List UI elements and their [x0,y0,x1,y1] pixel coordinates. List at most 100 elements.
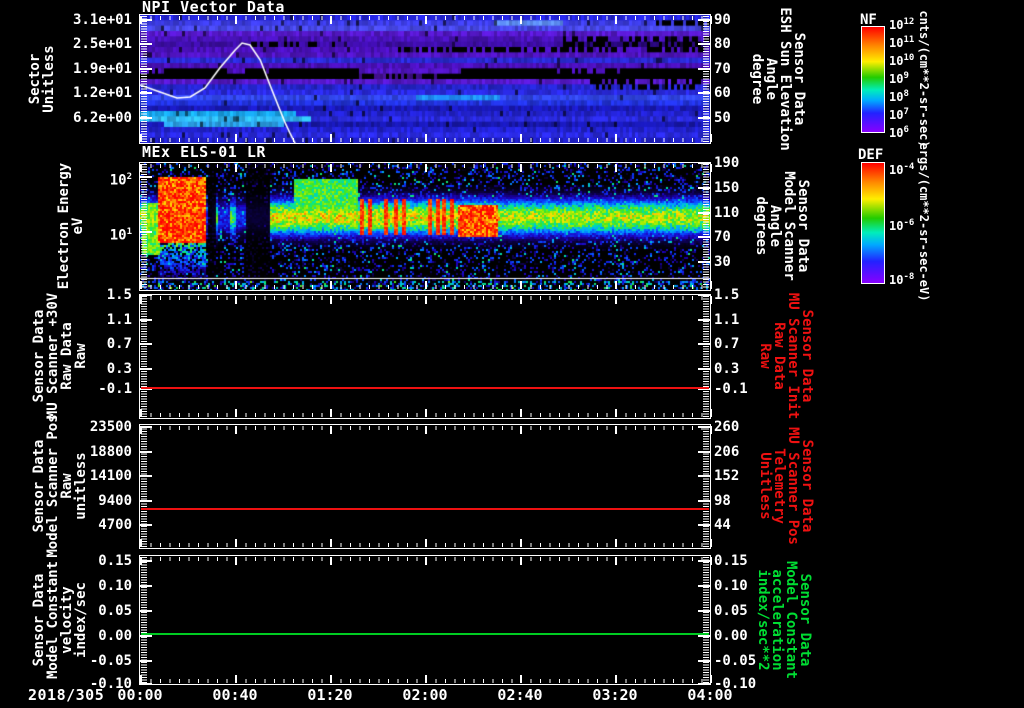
p1-right-tick-label: 60 [714,86,731,100]
p4-major-ytick [140,524,152,526]
p2-major-xtick [330,164,332,172]
p4-major-xtick [425,426,427,434]
p2-major-ytick [698,236,710,238]
def-colorbar-tick-label: 10-6 [889,216,914,233]
p4-major-ytick [698,475,710,477]
p4-left-tick-label: 9400 [58,494,132,508]
p3-major-ytick [140,368,152,370]
panel3-y2-axis-label: Sensor Data MU Scanner Init Raw Data Raw [758,281,814,431]
p3-major-xtick [710,409,712,417]
p3-major-xtick [615,409,617,417]
x-axis-time-label: 03:20 [583,688,647,702]
def-colorbar-tick-label: 10-8 [889,270,914,287]
p5-major-xtick [710,557,712,565]
panel1-y-axis-label: Sector Unitless [28,4,56,154]
p2-major-xtick [425,164,427,172]
p4-major-xtick [615,539,617,547]
p3-major-ytick [140,319,152,321]
exponent: -8 [903,272,914,282]
p2-right-tick-label: 30 [714,255,731,269]
p3-major-xtick [235,296,237,304]
p2-minor-ticks-right [703,164,709,289]
p1-major-ytick [698,68,710,70]
p1-major-xtick [235,134,237,142]
x-axis-time-label: 00:00 [108,688,172,702]
p2-major-ytick [698,212,710,214]
p3-major-xtick [520,296,522,304]
p2-major-xtick [615,164,617,172]
p3-major-ytick [698,368,710,370]
p4-major-xtick [330,539,332,547]
p3-right-tick-label: 0.7 [714,337,739,351]
p2-major-xtick [615,281,617,289]
model-scanner-pos-line [141,508,709,510]
p4-left-tick-label: 18800 [58,445,132,459]
p1-major-xtick [520,134,522,142]
nf-colorbar-tick-label: 1012 [889,15,914,32]
p1-major-ytick [140,117,152,119]
p3-minor-ticks-left [141,296,147,417]
x-axis-time-label: 04:00 [678,688,742,702]
nf-colorbar-tick-label: 109 [889,69,909,86]
p4-major-xtick [710,426,712,434]
p4-major-ytick [140,451,152,453]
p5-major-ytick [698,560,710,562]
exponent: 8 [903,89,908,99]
panel2-title: MEx ELS-01 LR [142,145,266,159]
p1-left-tick-label: 3.1e+01 [58,13,132,27]
p5-major-ytick [140,560,152,562]
p1-major-ytick [698,117,710,119]
p3-major-xtick [140,296,142,304]
p2-major-ytick [698,261,710,263]
p4-major-xtick [615,426,617,434]
p3-major-xtick [330,296,332,304]
p5-major-ytick [140,585,152,587]
p5-major-xtick [520,557,522,565]
p3-major-ytick [698,319,710,321]
panel1-spectrogram [139,14,711,144]
nf-colorbar-title: NF [860,13,877,27]
panel1-y2-axis-label: Sensor Data ESH Sun Elevation Angle degr… [750,4,806,154]
p3-right-tick-label: -0.1 [714,382,748,396]
p2-right-tick-label: 190 [714,156,739,170]
p5-major-ytick [698,610,710,612]
panel5-plot-area [139,555,711,685]
p1-left-tick-label: 1.9e+01 [58,62,132,76]
panel4-y2-axis-label: Sensor Data MU Scanner Pos Telemetry Uni… [758,411,814,561]
p2-major-xtick [140,164,142,172]
p1-major-ytick [140,43,152,45]
p3-major-ytick [140,343,152,345]
p2-major-xtick [520,281,522,289]
p5-major-xtick [710,675,712,683]
p3-major-ytick [698,343,710,345]
p5-major-ytick [140,635,152,637]
p5-major-ytick [140,660,152,662]
p2-major-xtick [330,281,332,289]
p1-minor-ticks-right [703,16,709,142]
p5-right-tick-label: 0.15 [714,554,748,568]
p3-major-xtick [235,409,237,417]
p5-major-ytick [140,610,152,612]
p2-major-xtick [140,281,142,289]
p2-minor-ticks-left [141,164,147,289]
p4-major-xtick [330,426,332,434]
p4-major-xtick [520,426,522,434]
def-colorbar-title: DEF [858,148,883,162]
p1-right-tick-label: 80 [714,37,731,51]
p5-left-tick-label: 0.15 [58,554,132,568]
p3-left-tick-label: 1.5 [58,288,132,302]
p3-major-ytick [140,294,152,296]
els-spectrogram-canvas [140,163,710,290]
x-axis-time-label: 01:20 [298,688,362,702]
p5-right-tick-label: 0.05 [714,604,748,618]
p3-right-tick-label: 0.3 [714,362,739,376]
p2-major-ytick [698,162,710,164]
exponent: 1 [127,227,132,237]
p5-major-ytick [698,683,710,685]
p5-major-xtick [425,557,427,565]
p1-major-xtick [235,16,237,24]
p3-right-tick-label: 1.1 [714,313,739,327]
panel2-y2-axis-label: Sensor Data Model Scanner Angle degrees [754,151,810,301]
nf-colorbar-tick-label: 106 [889,123,909,140]
p4-left-tick-label: 23500 [58,420,132,434]
